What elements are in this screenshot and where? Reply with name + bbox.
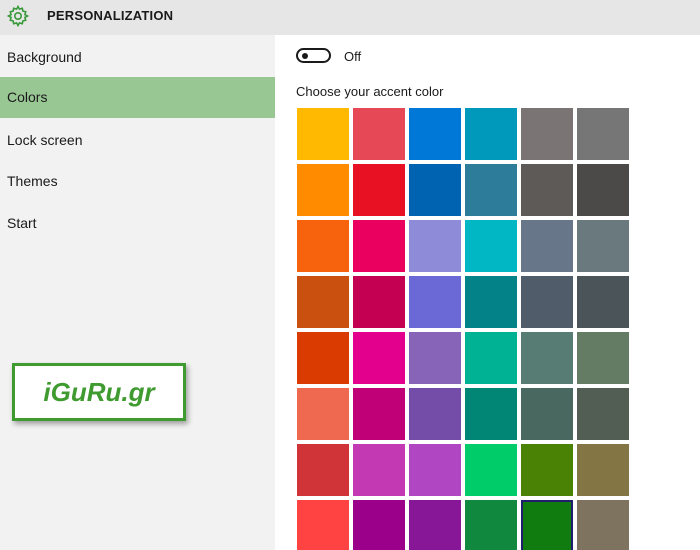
accent-swatch[interactable] [577, 444, 629, 496]
accent-swatch[interactable] [577, 332, 629, 384]
accent-swatch[interactable] [353, 388, 405, 440]
accent-swatch[interactable] [577, 276, 629, 328]
main-panel: Off Choose your accent color [275, 35, 700, 550]
accent-swatch[interactable] [353, 332, 405, 384]
title-bar: PERSONALIZATION [0, 0, 700, 35]
accent-swatch[interactable] [465, 220, 517, 272]
sidebar-item-start[interactable]: Start [0, 203, 275, 244]
accent-swatch[interactable] [409, 332, 461, 384]
accent-swatch[interactable] [409, 220, 461, 272]
accent-swatch[interactable] [577, 164, 629, 216]
accent-swatch[interactable] [353, 108, 405, 160]
accent-color-grid [295, 106, 631, 550]
accent-swatch[interactable] [297, 388, 349, 440]
accent-swatch[interactable] [521, 108, 573, 160]
watermark-logo: iGuRu.gr [12, 363, 186, 421]
accent-swatch[interactable] [297, 276, 349, 328]
accent-swatch[interactable] [521, 500, 573, 550]
accent-swatch[interactable] [353, 164, 405, 216]
accent-swatch[interactable] [297, 444, 349, 496]
accent-swatch[interactable] [465, 276, 517, 328]
accent-swatch[interactable] [409, 500, 461, 550]
sidebar-item-background[interactable]: Background [0, 37, 275, 78]
accent-swatch[interactable] [521, 164, 573, 216]
accent-swatch[interactable] [521, 220, 573, 272]
accent-swatch[interactable] [577, 500, 629, 550]
accent-swatch[interactable] [353, 500, 405, 550]
accent-swatch[interactable] [409, 164, 461, 216]
accent-swatch[interactable] [577, 220, 629, 272]
accent-swatch[interactable] [465, 388, 517, 440]
accent-swatch[interactable] [297, 500, 349, 550]
accent-swatch[interactable] [409, 276, 461, 328]
svg-text:iGuRu.gr: iGuRu.gr [43, 377, 156, 407]
clipped-description [295, 35, 615, 38]
accent-swatch[interactable] [465, 108, 517, 160]
accent-swatch[interactable] [353, 444, 405, 496]
accent-swatch[interactable] [521, 388, 573, 440]
accent-swatch[interactable] [521, 444, 573, 496]
sidebar: Background Colors Lock screen Themes Sta… [0, 35, 275, 550]
accent-swatch[interactable] [577, 388, 629, 440]
gear-icon [6, 4, 30, 28]
sidebar-item-themes[interactable]: Themes [0, 161, 275, 202]
watermark-logo-text: iGuRu.gr [43, 377, 156, 407]
accent-auto-toggle[interactable] [296, 48, 331, 63]
accent-swatch[interactable] [297, 220, 349, 272]
accent-swatch[interactable] [521, 276, 573, 328]
accent-swatch[interactable] [465, 500, 517, 550]
accent-swatch[interactable] [297, 164, 349, 216]
accent-swatch[interactable] [465, 332, 517, 384]
accent-swatch[interactable] [297, 332, 349, 384]
page-title: PERSONALIZATION [47, 8, 174, 23]
sidebar-item-lock-screen[interactable]: Lock screen [0, 120, 275, 161]
accent-swatch[interactable] [521, 332, 573, 384]
accent-swatch[interactable] [465, 164, 517, 216]
accent-swatch[interactable] [577, 108, 629, 160]
accent-swatch[interactable] [409, 444, 461, 496]
accent-swatch[interactable] [409, 388, 461, 440]
accent-color-heading: Choose your accent color [296, 84, 444, 99]
toggle-knob [302, 52, 308, 59]
accent-swatch[interactable] [409, 108, 461, 160]
accent-swatch[interactable] [465, 444, 517, 496]
accent-swatch[interactable] [353, 276, 405, 328]
accent-swatch[interactable] [353, 220, 405, 272]
toggle-state-label: Off [344, 49, 362, 64]
accent-swatch[interactable] [297, 108, 349, 160]
sidebar-item-colors[interactable]: Colors [0, 77, 275, 118]
